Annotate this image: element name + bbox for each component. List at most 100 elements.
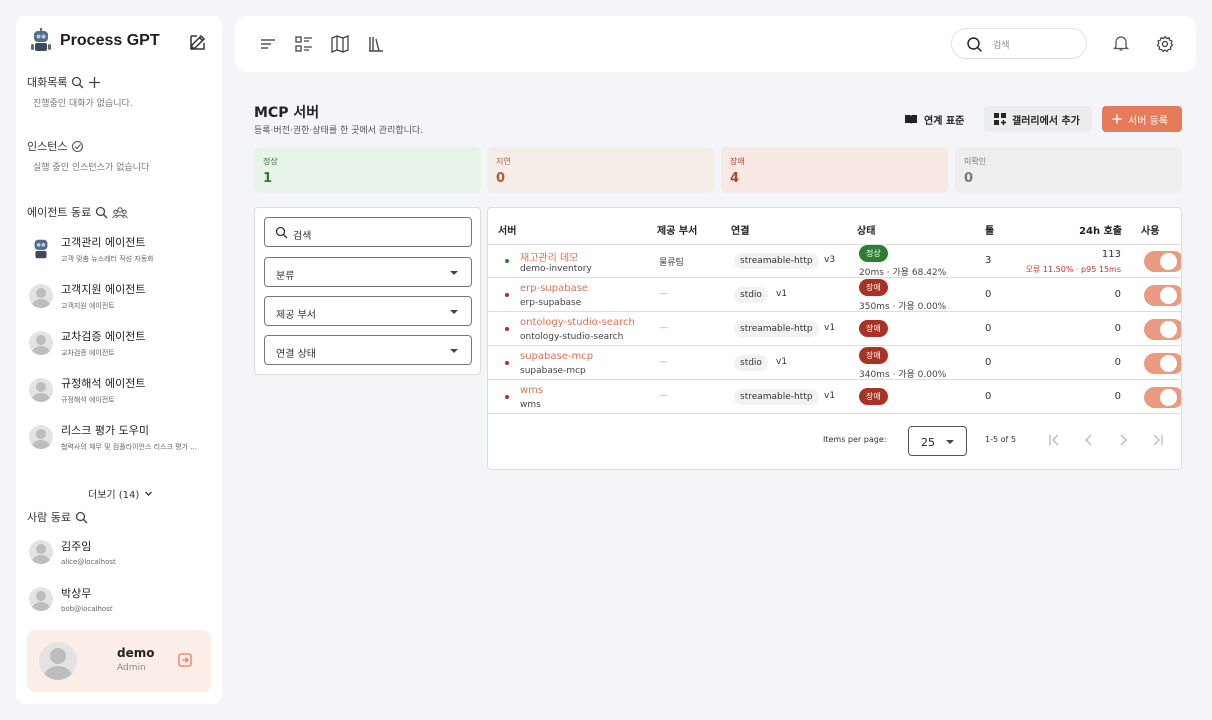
enable-toggle[interactable] xyxy=(1144,319,1181,340)
server-name-link[interactable]: 재고관리 데모 xyxy=(520,249,578,264)
enable-toggle[interactable] xyxy=(1144,387,1181,408)
agent-name: 규정해석 에이전트 xyxy=(61,377,146,390)
agent-item[interactable]: 고객관리 에이전트 고객 맞춤 뉴스레터 작성 자동화 xyxy=(29,234,214,264)
person-item[interactable]: 박상무 bob@localhost xyxy=(29,585,214,613)
latency-text: 350ms · 가용 0.00% xyxy=(859,302,947,312)
add-icon[interactable] xyxy=(88,76,101,89)
add-from-gallery-button[interactable]: 갤러리에서 추가 xyxy=(984,106,1092,132)
user-avatar xyxy=(39,642,77,680)
sidebar: Process GPT 대화목록 진행중인 대화가 없습니다. 인스턴스 실행 … xyxy=(16,16,222,704)
avatar xyxy=(29,331,53,355)
calls-count: 113 xyxy=(1101,249,1121,260)
agent-item[interactable]: 교차검증 에이전트 교차검증 에이전트 xyxy=(29,328,214,358)
conversations-empty-text: 진행중인 대화가 없습니다. xyxy=(33,99,133,109)
version-cell: v1 xyxy=(824,323,836,333)
list-checks-icon[interactable] xyxy=(294,34,314,54)
tools-count: 0 xyxy=(985,357,992,368)
agent-name: 고객지원 에이전트 xyxy=(61,283,146,296)
first-page-icon[interactable] xyxy=(1046,432,1062,448)
transport-chip: streamable-http xyxy=(734,253,819,269)
status-badge: 장애 xyxy=(859,388,888,405)
conn-state-select[interactable]: 연결 상태 xyxy=(264,335,472,365)
person-email: bob@localhost xyxy=(61,605,113,613)
caret-down-icon xyxy=(450,349,458,353)
filter-search-input[interactable]: 검색 xyxy=(264,217,472,247)
agent-item[interactable]: 고객지원 에이전트 고객지원 에이전트 xyxy=(29,281,214,311)
register-server-button[interactable]: 서버 등록 xyxy=(1102,106,1182,132)
table-row[interactable]: erp-supabase erp-supabase — stdio v1 장애 … xyxy=(488,278,1181,312)
caret-down-icon xyxy=(450,310,458,314)
bell-icon[interactable] xyxy=(1111,33,1131,53)
server-name-link[interactable]: supabase-mcp xyxy=(520,351,593,362)
table-row[interactable]: ontology-studio-search ontology-studio-s… xyxy=(488,312,1181,346)
stat-unknown: 미확인 0 xyxy=(955,147,1182,193)
stat-value: 1 xyxy=(263,171,273,186)
new-chat-edit-icon[interactable] xyxy=(188,32,208,52)
col-header-conn[interactable]: 연결 xyxy=(731,222,749,237)
agent-item[interactable]: 규정해석 에이전트 규정해석 에이전트 xyxy=(29,375,214,405)
brand[interactable]: Process GPT xyxy=(28,28,160,54)
prev-page-icon[interactable] xyxy=(1081,432,1097,448)
items-per-page-select[interactable]: 25 xyxy=(908,426,967,456)
top-search-input[interactable]: 검색 xyxy=(951,28,1087,59)
menu-icon[interactable] xyxy=(258,34,278,54)
calls-count: 0 xyxy=(1114,323,1121,334)
table-row[interactable]: 재고관리 데모 demo-inventory 물류팀 streamable-ht… xyxy=(488,244,1181,278)
person-item[interactable]: 김주임 alice@localhost xyxy=(29,538,214,566)
next-page-icon[interactable] xyxy=(1115,432,1131,448)
group-icon[interactable] xyxy=(112,206,129,219)
library-icon[interactable] xyxy=(366,34,386,54)
search-placeholder: 검색 xyxy=(993,41,1010,51)
logout-icon[interactable] xyxy=(177,652,193,668)
settings-gear-icon[interactable] xyxy=(1155,34,1175,54)
col-header-use[interactable]: 사용 xyxy=(1141,222,1159,237)
server-name-link[interactable]: wms xyxy=(520,385,543,396)
page-range-text: 1-5 of 5 xyxy=(985,435,1016,444)
server-id: demo-inventory xyxy=(520,264,592,274)
stat-label: 장애 xyxy=(730,157,745,166)
category-select[interactable]: 분류 xyxy=(264,257,472,287)
robot-logo-icon xyxy=(31,28,51,51)
agent-desc: 협력사의 재무 및 컴플라이언스 리스크 평가 ... xyxy=(61,443,197,451)
transport-chip: streamable-http xyxy=(734,321,819,337)
agent-desc: 교차검증 에이전트 xyxy=(61,349,115,357)
dept-cell: — xyxy=(659,323,668,333)
search-icon[interactable] xyxy=(95,206,108,219)
stat-label: 미확인 xyxy=(964,157,987,166)
dept-select[interactable]: 제공 부서 xyxy=(264,296,472,326)
enable-toggle[interactable] xyxy=(1144,285,1181,306)
show-more-button[interactable]: 더보기 (14) xyxy=(88,486,153,501)
check-circle-icon[interactable] xyxy=(71,140,84,153)
agent-item[interactable]: 리스크 평가 도우미 협력사의 재무 및 컴플라이언스 리스크 평가 ... xyxy=(29,422,214,452)
status-dot xyxy=(505,327,509,331)
version-cell: v3 xyxy=(824,255,836,265)
col-header-tools[interactable]: 툴 xyxy=(985,222,994,237)
search-icon[interactable] xyxy=(75,511,88,524)
table-row[interactable]: supabase-mcp supabase-mcp — stdio v1 장애 … xyxy=(488,346,1181,380)
stat-value: 4 xyxy=(730,171,740,186)
person-name: 김주임 xyxy=(61,540,92,553)
col-header-calls[interactable]: 24h 호출 xyxy=(1079,222,1122,237)
search-icon[interactable] xyxy=(71,76,84,89)
user-name: demo xyxy=(117,646,155,660)
status-dot xyxy=(505,395,509,399)
server-name-link[interactable]: ontology-studio-search xyxy=(520,317,635,328)
col-header-server[interactable]: 서버 xyxy=(498,222,516,237)
top-bar: 검색 xyxy=(235,16,1196,72)
tools-count: 0 xyxy=(985,391,992,402)
link-standard-button[interactable]: 연계 표준 xyxy=(896,106,972,132)
enable-toggle[interactable] xyxy=(1144,353,1181,374)
col-header-dept[interactable]: 제공 부서 xyxy=(657,222,697,237)
enable-toggle[interactable] xyxy=(1144,251,1181,272)
server-id: erp-supabase xyxy=(520,298,582,308)
col-header-status[interactable]: 상태 xyxy=(857,222,875,237)
server-id: ontology-studio-search xyxy=(520,332,624,342)
map-icon[interactable] xyxy=(330,34,350,54)
tools-count: 0 xyxy=(985,289,992,300)
avatar xyxy=(29,540,53,564)
filter-panel: 검색 분류 제공 부서 연결 상태 xyxy=(254,207,481,375)
last-page-icon[interactable] xyxy=(1150,432,1166,448)
server-name-link[interactable]: erp-supabase xyxy=(520,283,588,294)
table-row[interactable]: wms wms — streamable-http v1 장애 0 0 xyxy=(488,380,1181,414)
status-badge: 장애 xyxy=(859,320,888,337)
